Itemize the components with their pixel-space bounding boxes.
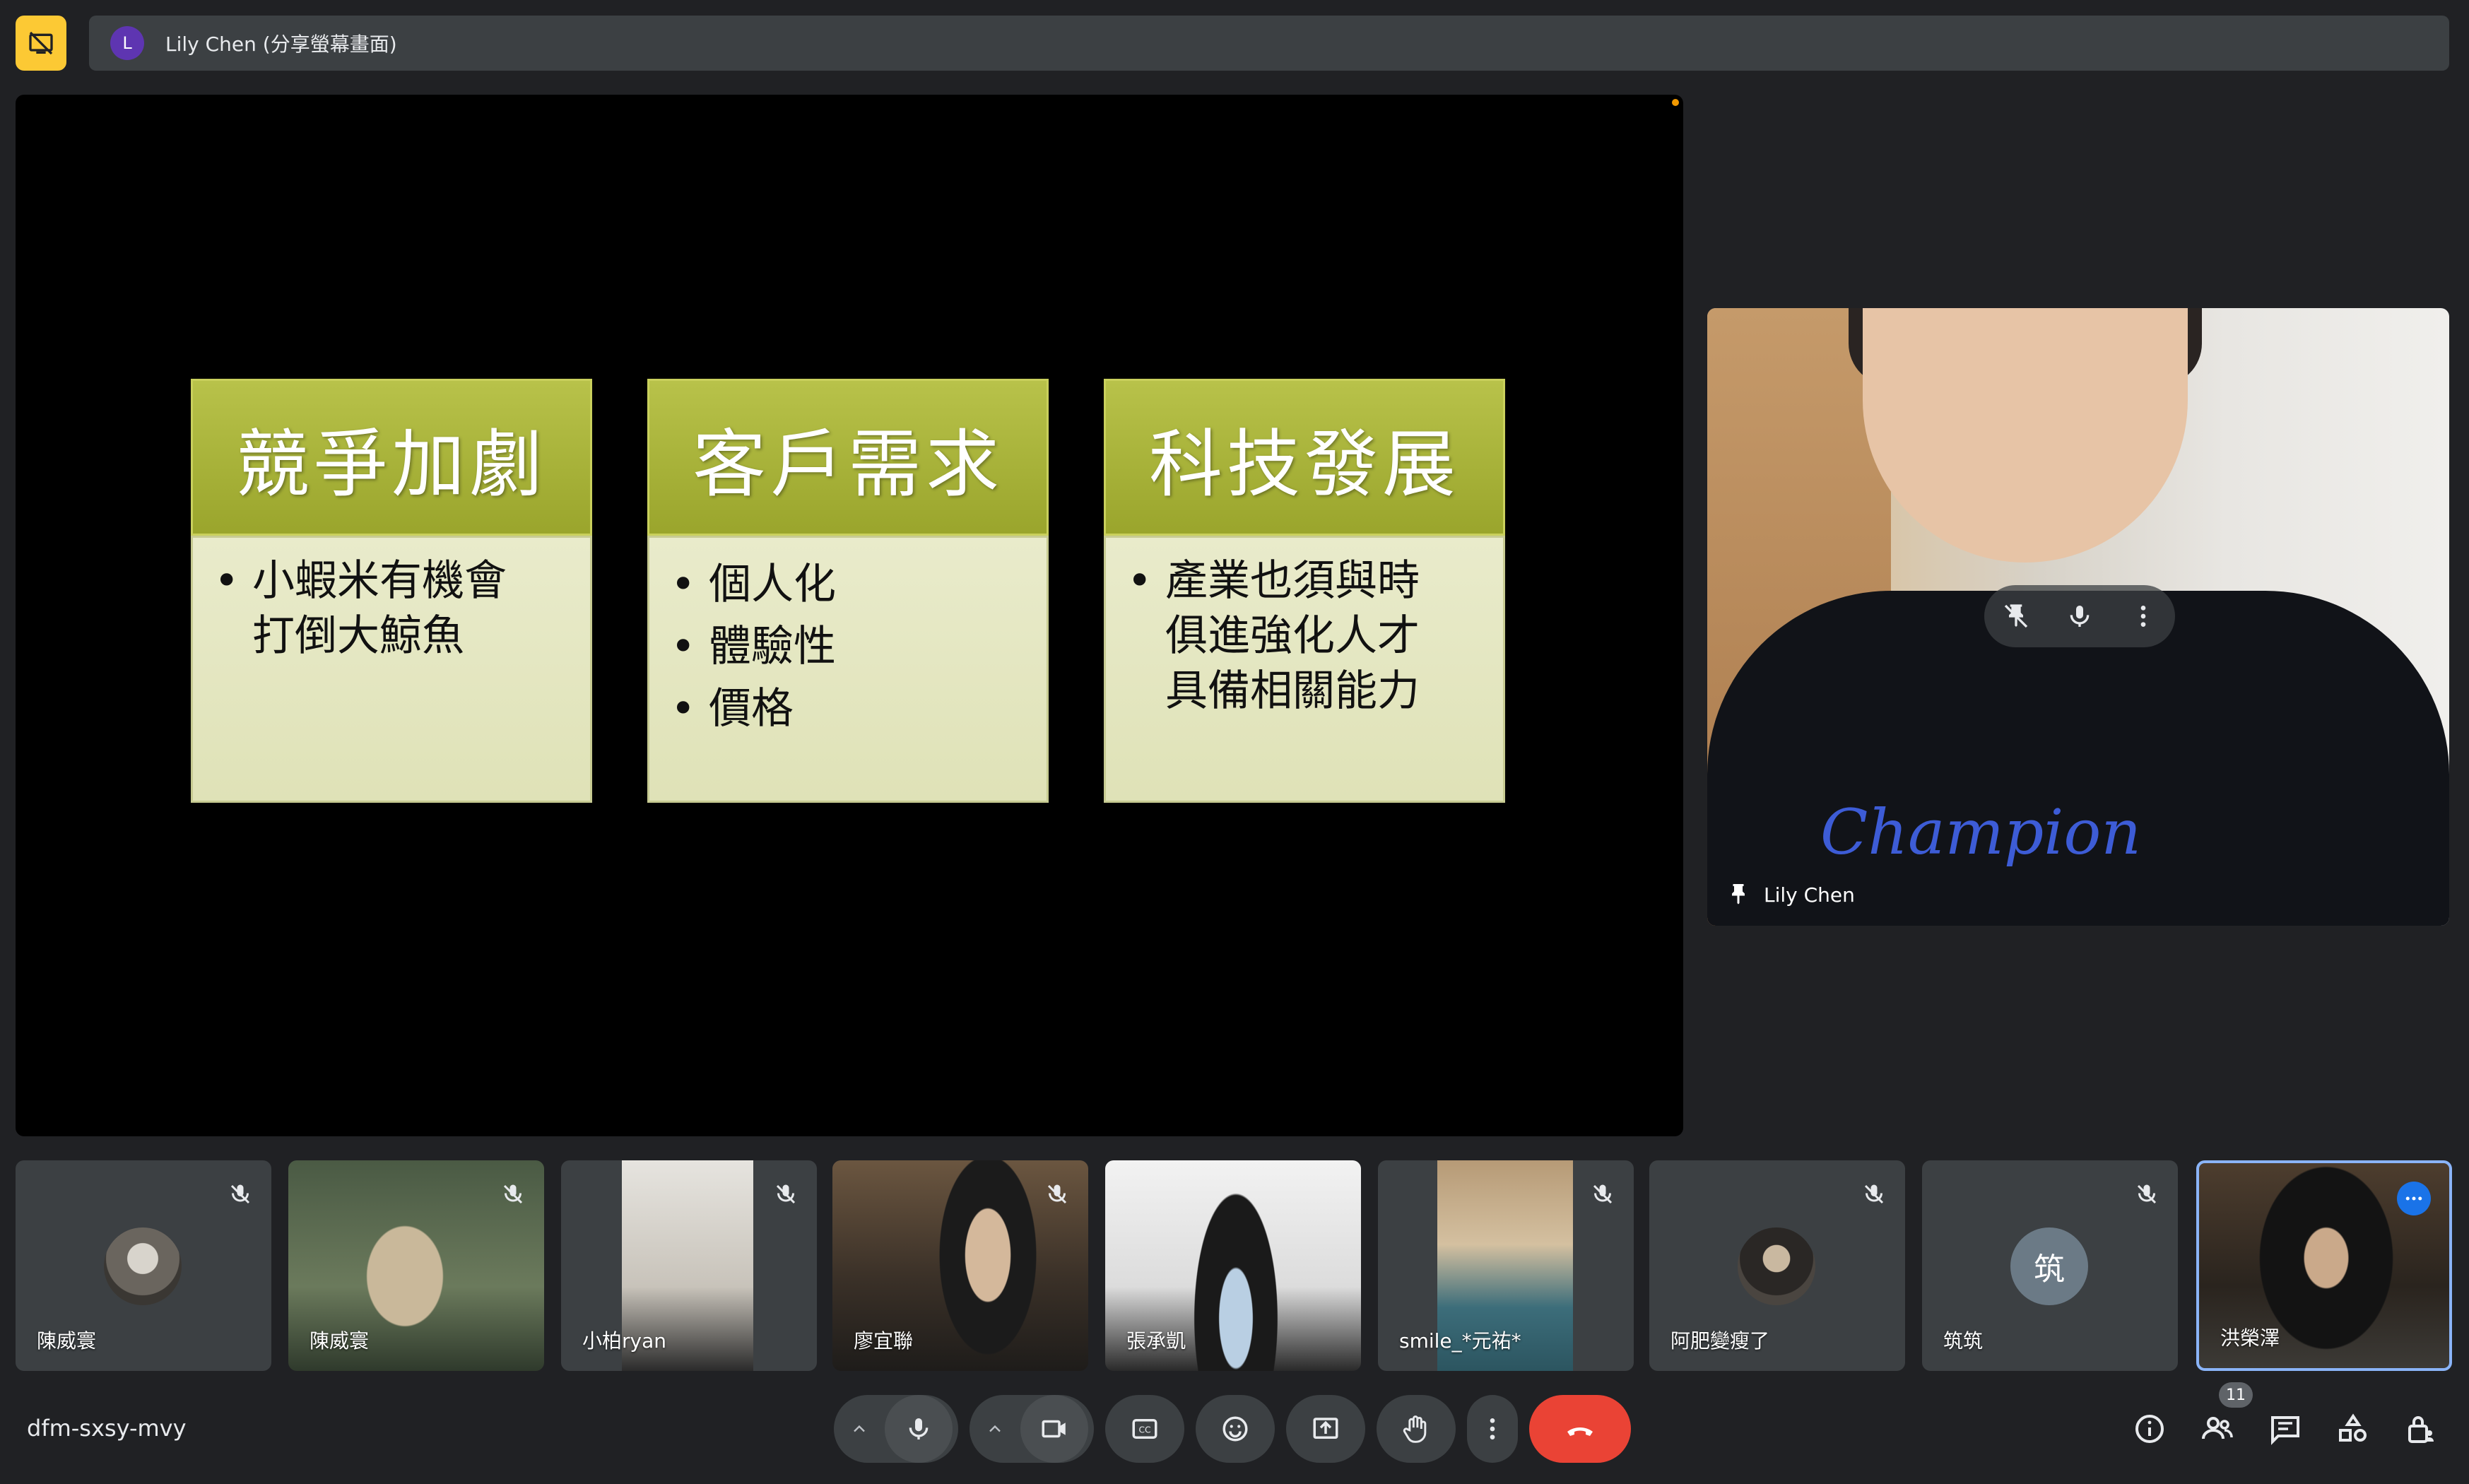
unpin-icon [2004, 604, 2028, 628]
avatar: 筑 [2010, 1227, 2088, 1305]
more-options-button[interactable] [2397, 1182, 2431, 1215]
more-options-button[interactable] [1467, 1395, 1518, 1463]
video-camera-icon [1042, 1420, 1066, 1438]
mic-off-icon [2137, 1184, 2157, 1204]
lock-person-icon [2408, 1416, 2434, 1443]
slide-card-competition: 競爭加劇 小蝦米有機會 打倒大鯨魚 [191, 379, 592, 803]
hand-icon [1403, 1415, 1427, 1443]
participant-tile[interactable]: 洪榮澤 [2196, 1160, 2452, 1371]
slide-card-tech-development: 科技發展 產業也須與時 俱進強化人才 具備相關能力 [1104, 379, 1505, 803]
shapes-icon [2339, 1413, 2367, 1442]
mic-icon [2070, 606, 2090, 627]
activities-button[interactable] [2332, 1408, 2374, 1450]
recording-indicator [1672, 99, 1679, 106]
slide-card-customer-needs: 客戶需求 個人化 體驗性 價格 [647, 379, 1049, 803]
speaker-tile-controls [1984, 585, 2175, 647]
more-horizontal-icon [2405, 1196, 2422, 1201]
participant-tile[interactable]: 陳威寰 [16, 1160, 271, 1371]
present-screen-icon [1313, 1418, 1338, 1439]
meeting-code: dfm-sxsy-mvy [27, 1415, 187, 1442]
slide-bullet: 小蝦米有機會 打倒大鯨魚 [214, 553, 569, 664]
mic-control-group [834, 1395, 958, 1463]
mic-off-icon [1593, 1184, 1613, 1204]
participant-video [931, 1160, 1044, 1371]
unpin-button[interactable] [2002, 602, 2030, 630]
participant-name: 小柏ryan [582, 1329, 666, 1353]
avatar [104, 1227, 182, 1305]
mic-off-icon [230, 1184, 250, 1204]
presenter-banner: L Lily Chen (分享螢幕畫面) [89, 16, 2449, 71]
slide-card-body: 個人化 體驗性 價格 [647, 536, 1049, 803]
avatar: L [110, 26, 144, 60]
mic-off-icon [776, 1184, 796, 1204]
people-button[interactable] [2196, 1408, 2239, 1450]
chevron-up-icon [854, 1425, 865, 1432]
mic-icon [909, 1418, 929, 1439]
slide-bullet: 產業也須與時 俱進強化人才 具備相關能力 [1127, 553, 1482, 719]
captions-button[interactable]: CC [1105, 1395, 1184, 1463]
audio-options-button[interactable] [834, 1419, 885, 1439]
participant-name: 廖宜聯 [854, 1329, 914, 1353]
mic-button[interactable] [885, 1395, 953, 1463]
closed-captions-icon: CC [1132, 1419, 1157, 1439]
info-icon [2135, 1415, 2164, 1443]
emoji-icon [1222, 1416, 1248, 1442]
participant-video [1183, 1160, 1289, 1371]
participant-name: 陳威寰 [310, 1329, 370, 1353]
shirt-logo: Champion [1820, 796, 2142, 868]
mic-off-icon [1864, 1184, 1884, 1204]
camera-button[interactable] [1020, 1395, 1088, 1463]
participant-tile[interactable]: 阿肥變瘦了 [1649, 1160, 1905, 1371]
slide-bullet: 體驗性 [671, 616, 1025, 678]
chevron-up-icon [989, 1425, 1001, 1432]
raise-hand-button[interactable] [1377, 1395, 1456, 1463]
avatar [1738, 1227, 1815, 1305]
host-controls-button[interactable] [2400, 1408, 2442, 1450]
participant-name: 張承凱 [1126, 1329, 1186, 1353]
mic-off-icon [1047, 1184, 1067, 1204]
mic-off-icon [503, 1184, 523, 1204]
participant-name: 筑筑 [1943, 1329, 1984, 1353]
participant-name: 阿肥變瘦了 [1670, 1329, 1770, 1353]
reactions-button[interactable] [1196, 1395, 1275, 1463]
stop-presenting-icon [29, 31, 53, 55]
slide-card-title: 競爭加劇 [191, 379, 592, 536]
participant-name: 陳威寰 [37, 1329, 97, 1353]
slide-card-body: 產業也須與時 俱進強化人才 具備相關能力 [1104, 536, 1505, 803]
chat-icon [2271, 1416, 2299, 1445]
presentation-toggle-button[interactable] [16, 16, 66, 71]
participant-tile[interactable]: 小柏ryan [561, 1160, 817, 1371]
participant-tile[interactable]: 陳威寰 [288, 1160, 544, 1371]
speaker-more-options-button[interactable] [2129, 602, 2157, 630]
chat-button[interactable] [2264, 1408, 2306, 1450]
more-vertical-icon [2140, 606, 2146, 627]
people-count-badge: 11 [2219, 1382, 2253, 1408]
leave-call-button[interactable] [1529, 1395, 1631, 1463]
speaker-name-label: Lily Chen [1726, 882, 1855, 907]
video-options-button[interactable] [970, 1419, 1020, 1439]
speaker-mic-button[interactable] [2066, 602, 2094, 630]
people-icon [2202, 1417, 2233, 1439]
slide-card-body: 小蝦米有機會 打倒大鯨魚 [191, 536, 592, 803]
slide-bullet: 個人化 [671, 553, 1025, 616]
slide-bullet: 價格 [671, 678, 1025, 740]
participant-tile[interactable]: smile_*元祐* [1378, 1160, 1634, 1371]
slide-card-title: 客戶需求 [647, 379, 1049, 536]
participant-name: smile_*元祐* [1399, 1329, 1521, 1353]
participant-name: 洪榮澤 [2220, 1326, 2280, 1350]
camera-control-group [970, 1395, 1094, 1463]
pin-icon [1732, 884, 1745, 905]
more-vertical-icon [1490, 1418, 1495, 1439]
participant-tile[interactable]: 張承凱 [1105, 1160, 1361, 1371]
participant-tile[interactable]: 筑 筑筑 [1922, 1160, 2178, 1371]
slide-card-title: 科技發展 [1104, 379, 1505, 536]
meeting-details-button[interactable] [2128, 1408, 2171, 1450]
presenting-label: Lily Chen (分享螢幕畫面) [165, 33, 397, 56]
participant-tile[interactable]: 廖宜聯 [832, 1160, 1088, 1371]
svg-text:CC: CC [1138, 1425, 1150, 1435]
present-now-button[interactable] [1286, 1395, 1365, 1463]
hang-up-icon [1567, 1427, 1593, 1436]
